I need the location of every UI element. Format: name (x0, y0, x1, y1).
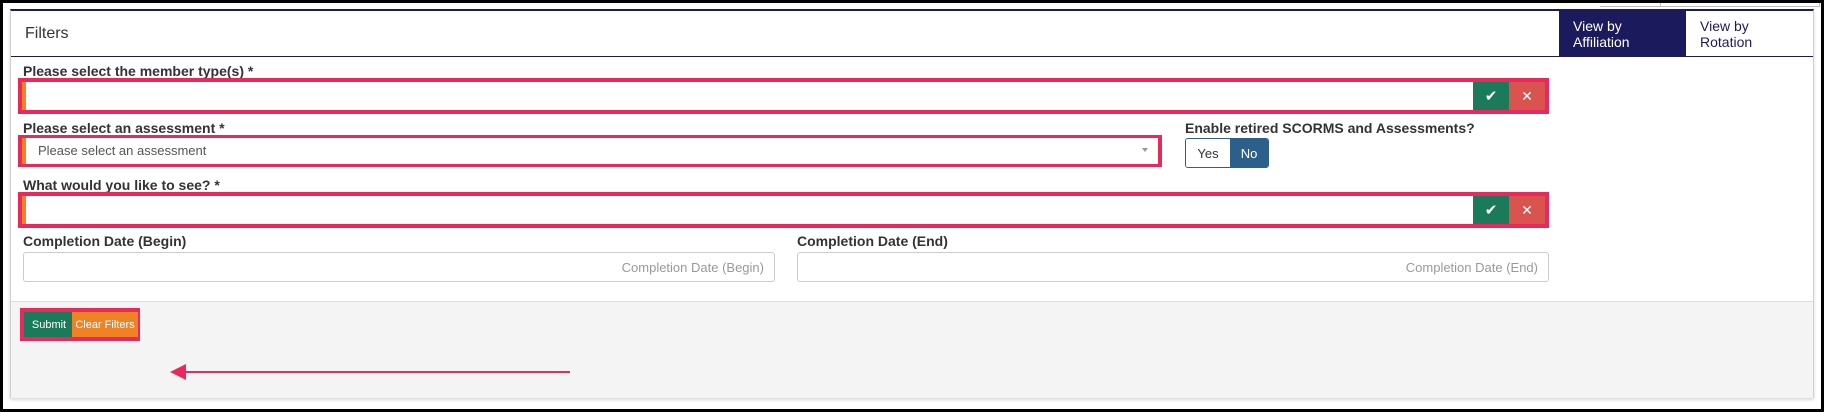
clear-filters-button[interactable]: Clear Filters (72, 312, 138, 337)
caret-down-icon (1142, 148, 1148, 152)
retired-label: Enable retired SCORMS and Assessments? (1185, 120, 1475, 136)
annotation-arrow-line (180, 371, 570, 373)
completion-end-input[interactable] (798, 253, 1548, 281)
member-types-clear-button[interactable]: ✕ (1509, 82, 1545, 110)
retired-yes-button[interactable]: Yes (1186, 139, 1230, 167)
close-icon: ✕ (1521, 87, 1533, 104)
tab-view-by-rotation[interactable]: View by Rotation (1686, 11, 1813, 56)
completion-begin-input[interactable] (24, 253, 774, 281)
completion-end-field[interactable] (797, 252, 1549, 282)
member-types-label: Please select the member type(s) * (23, 63, 254, 79)
check-icon: ✔ (1484, 88, 1498, 105)
completion-begin-label: Completion Date (Begin) (23, 233, 187, 249)
submit-button[interactable]: Submit (24, 312, 74, 337)
tab-view-by-affiliation[interactable]: View by Affiliation (1559, 11, 1686, 56)
what-to-see-confirm-button[interactable]: ✔ (1473, 196, 1509, 224)
what-to-see-input[interactable]: ✔ ✕ (22, 196, 1545, 224)
member-types-input[interactable]: ✔ ✕ (22, 82, 1545, 110)
retired-no-button[interactable]: No (1230, 139, 1268, 167)
what-to-see-clear-button[interactable]: ✕ (1509, 196, 1545, 224)
panel-footer: Submit Clear Filters (11, 301, 1813, 398)
top-tab-strip (1600, 3, 1820, 7)
close-icon: ✕ (1521, 201, 1533, 218)
filters-panel: Filters View by Affiliation View by Rota… (10, 9, 1814, 398)
assessment-select[interactable]: Please select an assessment (22, 138, 1158, 164)
assessment-select-value: Please select an assessment (38, 143, 207, 158)
panel-title: Filters (25, 25, 69, 42)
check-icon: ✔ (1484, 202, 1498, 219)
what-to-see-label: What would you like to see? * (23, 177, 220, 193)
retired-toggle: Yes No (1185, 138, 1269, 168)
view-tabs: View by Affiliation View by Rotation (1559, 11, 1813, 56)
panel-header: Filters View by Affiliation View by Rota… (11, 11, 1813, 57)
member-types-confirm-button[interactable]: ✔ (1473, 82, 1509, 110)
assessment-label: Please select an assessment * (23, 120, 225, 136)
completion-end-label: Completion Date (End) (797, 233, 948, 249)
completion-begin-field[interactable] (23, 252, 775, 282)
